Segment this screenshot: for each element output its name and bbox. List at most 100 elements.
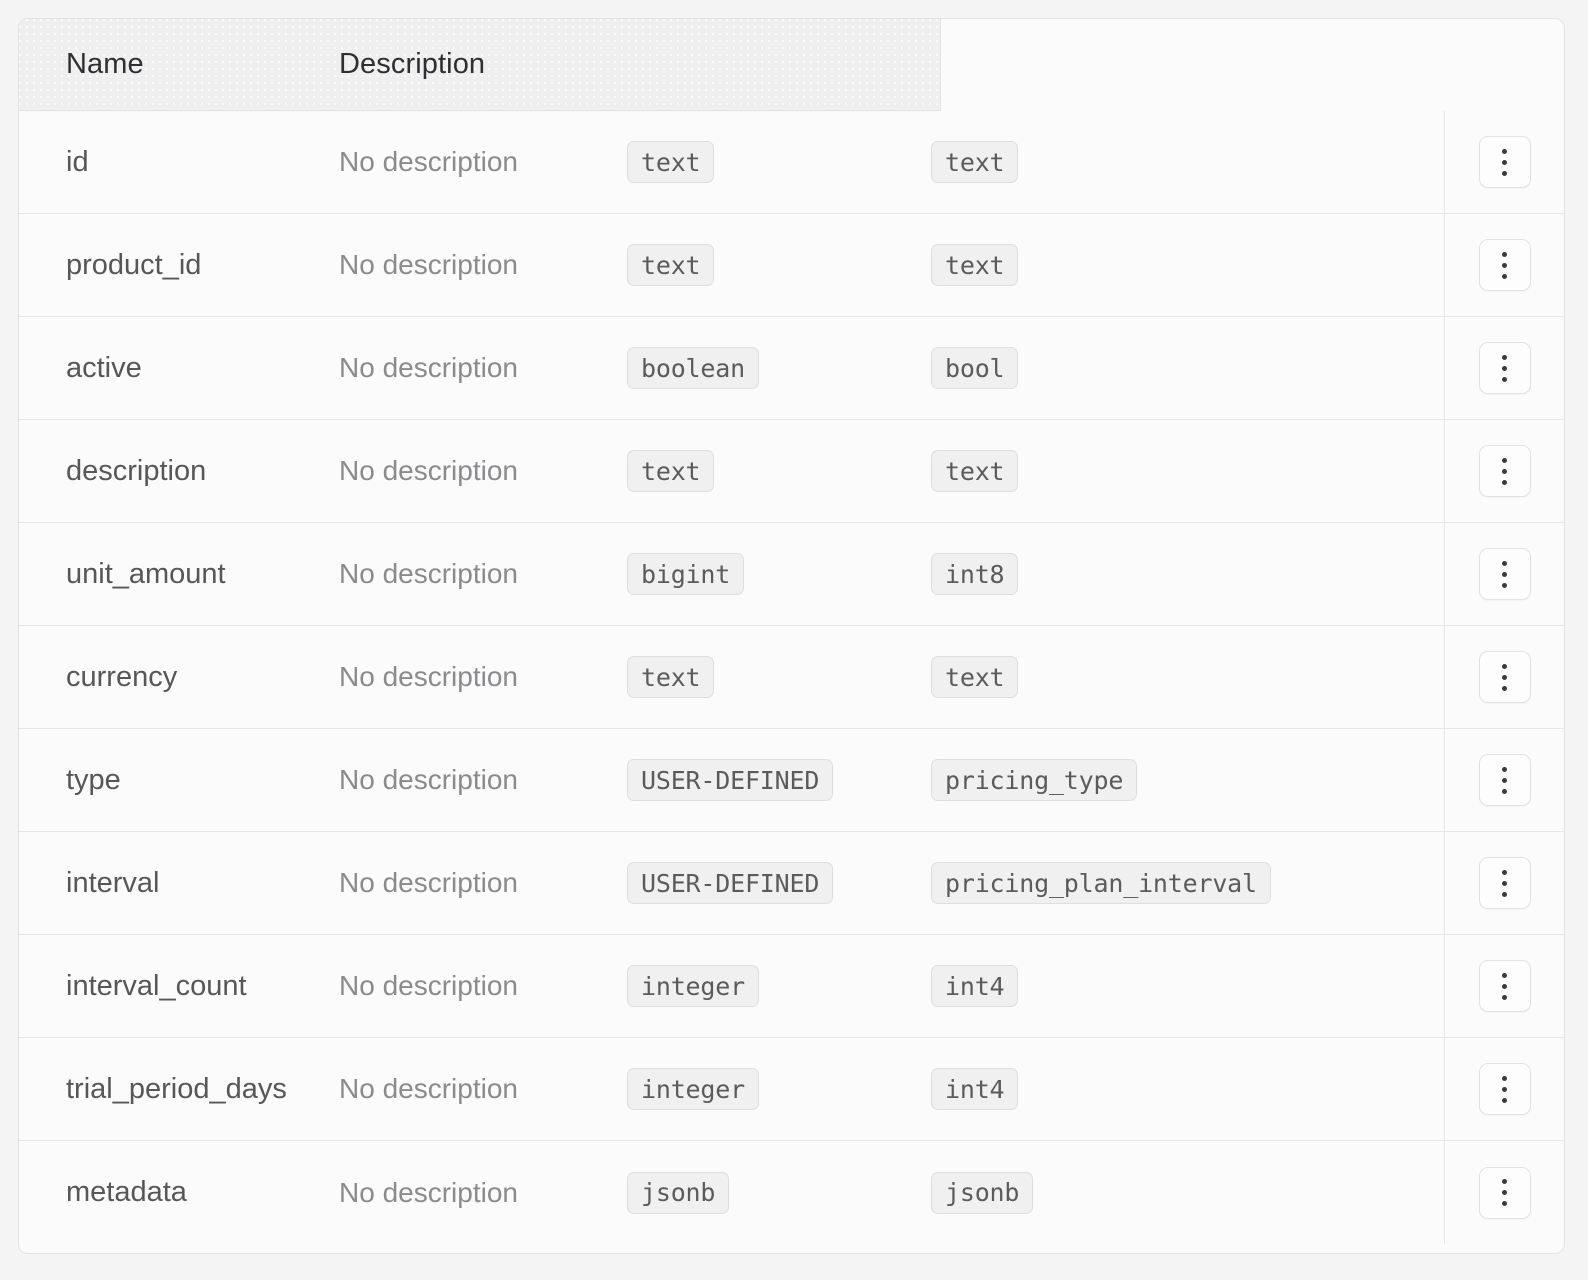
format-badge: text <box>627 244 715 286</box>
format-badge: USER-DEFINED <box>627 759 834 801</box>
column-name-cell: active <box>66 351 142 384</box>
vertical-ellipsis-icon <box>1502 1179 1507 1206</box>
row-actions-cell <box>1444 316 1564 420</box>
column-description-cell: No description <box>339 661 518 692</box>
format-badge: boolean <box>627 347 759 389</box>
column-description-cell: No description <box>339 970 518 1001</box>
column-description-cell: No description <box>339 352 518 383</box>
row-actions-cell <box>1444 213 1564 317</box>
type-badge: pricing_plan_interval <box>931 862 1271 904</box>
column-header-description[interactable]: Description <box>339 48 739 81</box>
row-actions-cell <box>1444 1037 1564 1141</box>
row-menu-button[interactable] <box>1478 239 1531 291</box>
column-format-cell: text <box>627 141 931 183</box>
format-badge: bigint <box>627 553 745 595</box>
column-type-cell: pricing_plan_interval <box>931 862 1444 904</box>
column-type-cell: text <box>931 244 1444 286</box>
row-actions-cell <box>1444 1141 1564 1244</box>
column-name-cell: unit_amount <box>66 557 226 590</box>
format-badge: text <box>627 656 715 698</box>
vertical-ellipsis-icon <box>1502 766 1507 794</box>
row-actions-cell <box>1444 831 1564 935</box>
row-menu-button[interactable] <box>1478 342 1531 394</box>
vertical-ellipsis-icon <box>1502 663 1507 691</box>
type-badge: int4 <box>931 1068 1019 1110</box>
column-name-cell: currency <box>66 660 178 693</box>
row-actions-cell <box>1444 419 1564 523</box>
column-type-cell: int8 <box>931 553 1444 595</box>
column-name-cell: metadata <box>66 1176 187 1208</box>
column-description-cell: No description <box>339 146 518 177</box>
row-menu-button[interactable] <box>1478 1166 1531 1219</box>
row-menu-button[interactable] <box>1478 754 1531 806</box>
column-name-cell: product_id <box>66 248 202 281</box>
column-type-cell: int4 <box>931 965 1444 1007</box>
table-row[interactable]: currency No description text text <box>19 625 1564 729</box>
table-body: id No description text text product_id No des… <box>19 110 1564 1244</box>
row-menu-button[interactable] <box>1478 857 1531 909</box>
format-badge: integer <box>627 1068 759 1110</box>
table-row[interactable]: interval_count No description integer int4 <box>19 934 1564 1038</box>
column-name-cell: interval_count <box>66 969 247 1002</box>
format-badge: text <box>627 141 715 183</box>
vertical-ellipsis-icon <box>1502 1075 1507 1103</box>
table-row[interactable]: product_id No description text text <box>19 213 1564 317</box>
column-type-cell: int4 <box>931 1068 1444 1110</box>
column-format-cell: boolean <box>627 347 931 389</box>
vertical-ellipsis-icon <box>1502 251 1507 279</box>
row-menu-button[interactable] <box>1478 548 1531 600</box>
row-menu-button[interactable] <box>1478 651 1531 703</box>
type-badge: int4 <box>931 965 1019 1007</box>
type-badge: jsonb <box>931 1171 1034 1214</box>
column-type-cell: text <box>931 141 1444 183</box>
format-badge: integer <box>627 965 759 1007</box>
vertical-ellipsis-icon <box>1502 354 1507 382</box>
column-format-cell: text <box>627 656 931 698</box>
column-name-cell: id <box>66 145 89 178</box>
column-description-cell: No description <box>339 867 518 898</box>
column-type-cell: bool <box>931 347 1444 389</box>
table-row[interactable]: trial_period_days No description integer in… <box>19 1037 1564 1141</box>
table-row[interactable]: type No description USER-DEFINED pricing_ty… <box>19 728 1564 832</box>
column-description-cell: No description <box>339 1073 518 1104</box>
table-row[interactable]: description No description text text <box>19 419 1564 523</box>
type-badge: pricing_type <box>931 759 1138 801</box>
column-format-cell: text <box>627 244 931 286</box>
row-menu-button[interactable] <box>1478 960 1531 1012</box>
vertical-ellipsis-icon <box>1502 972 1507 1000</box>
table-row[interactable]: metadata No description jsonb jsonb <box>19 1141 1564 1244</box>
vertical-ellipsis-icon <box>1502 560 1507 588</box>
columns-table-card: Name Description id No description text tex… <box>18 18 1565 1254</box>
type-badge: text <box>931 450 1019 492</box>
column-type-cell: text <box>931 450 1444 492</box>
table-row[interactable]: unit_amount No description bigint int8 <box>19 522 1564 626</box>
row-actions-cell <box>1444 934 1564 1038</box>
row-actions-cell <box>1444 728 1564 832</box>
row-menu-button[interactable] <box>1478 136 1531 188</box>
row-menu-button[interactable] <box>1478 1063 1531 1115</box>
column-description-cell: No description <box>339 249 518 280</box>
type-badge: text <box>931 244 1019 286</box>
column-name-cell: interval <box>66 866 160 899</box>
table-header-row: Name Description <box>19 19 941 111</box>
table-row[interactable]: active No description boolean bool <box>19 316 1564 420</box>
format-badge: jsonb <box>627 1171 730 1214</box>
column-header-name[interactable]: Name <box>19 48 339 81</box>
row-actions-cell <box>1444 625 1564 729</box>
column-description-cell: No description <box>339 455 518 486</box>
column-format-cell: USER-DEFINED <box>627 759 931 801</box>
table-row[interactable]: interval No description USER-DEFINED pricin… <box>19 831 1564 935</box>
row-menu-button[interactable] <box>1478 445 1531 497</box>
type-badge: int8 <box>931 553 1019 595</box>
vertical-ellipsis-icon <box>1502 148 1507 176</box>
column-format-cell: integer <box>627 1068 931 1110</box>
column-type-cell: pricing_type <box>931 759 1444 801</box>
type-badge: text <box>931 141 1019 183</box>
table-row[interactable]: id No description text text <box>19 110 1564 214</box>
column-type-cell: jsonb <box>931 1171 1444 1214</box>
column-format-cell: integer <box>627 965 931 1007</box>
format-badge: text <box>627 450 715 492</box>
column-description-cell: No description <box>339 558 518 589</box>
column-type-cell: text <box>931 656 1444 698</box>
column-format-cell: text <box>627 450 931 492</box>
